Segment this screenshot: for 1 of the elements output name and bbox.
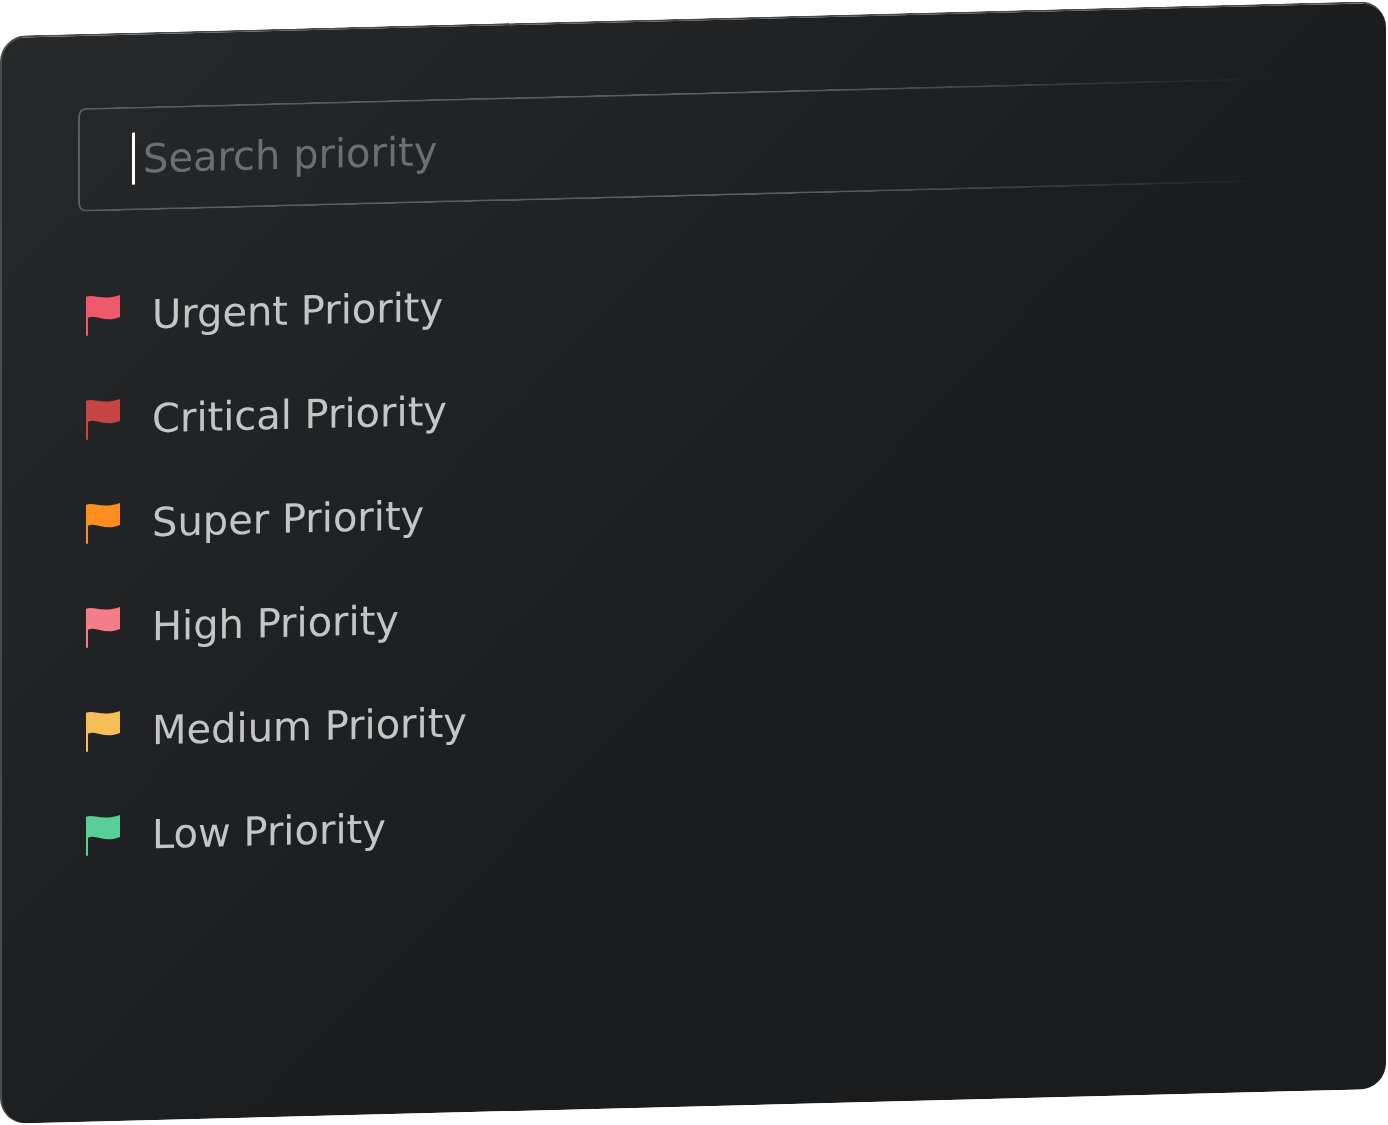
text-cursor [132,132,135,185]
